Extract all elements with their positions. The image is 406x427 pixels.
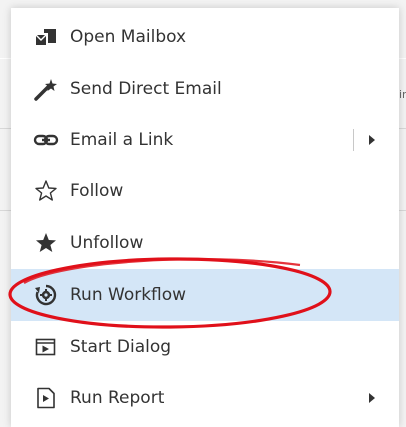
dialog-icon (33, 334, 59, 360)
menu-item-run-report[interactable]: Run Report (11, 372, 399, 424)
menu-item-follow[interactable]: Follow (11, 165, 399, 217)
star-filled-icon (33, 230, 59, 256)
mailbox-icon (33, 24, 59, 50)
background-divider (399, 210, 406, 211)
chevron-right-icon (369, 135, 375, 145)
magic-wand-icon (33, 76, 59, 102)
menu-item-label: Run Report (70, 388, 165, 408)
menu-item-start-dialog[interactable]: Start Dialog (11, 321, 399, 373)
background-divider (399, 128, 406, 129)
workflow-icon (33, 282, 59, 308)
star-outline-icon (33, 178, 59, 204)
background-divider (0, 128, 11, 129)
menu-item-label: Email a Link (70, 130, 174, 150)
background-divider (0, 210, 11, 211)
menu-item-label: Unfollow (70, 233, 144, 253)
link-icon (33, 127, 59, 153)
submenu-divider (353, 129, 354, 151)
background-text-fragment: in (399, 88, 406, 101)
menu-item-open-mailbox[interactable]: Open Mailbox (11, 11, 399, 63)
menu-item-label: Run Workflow (70, 285, 187, 305)
menu-item-label: Follow (70, 181, 124, 201)
context-menu: Open Mailbox Send Direct Email Email a L… (11, 8, 399, 427)
report-icon (33, 385, 59, 411)
menu-item-unfollow[interactable]: Unfollow (11, 217, 399, 269)
menu-item-run-workflow[interactable]: Run Workflow (11, 269, 399, 321)
menu-item-email-a-link[interactable]: Email a Link (11, 114, 399, 166)
chevron-right-icon (369, 393, 375, 403)
menu-item-label: Send Direct Email (70, 79, 222, 99)
menu-item-send-direct-email[interactable]: Send Direct Email (11, 63, 399, 115)
menu-item-label: Start Dialog (70, 337, 172, 357)
menu-item-label: Open Mailbox (70, 27, 187, 47)
